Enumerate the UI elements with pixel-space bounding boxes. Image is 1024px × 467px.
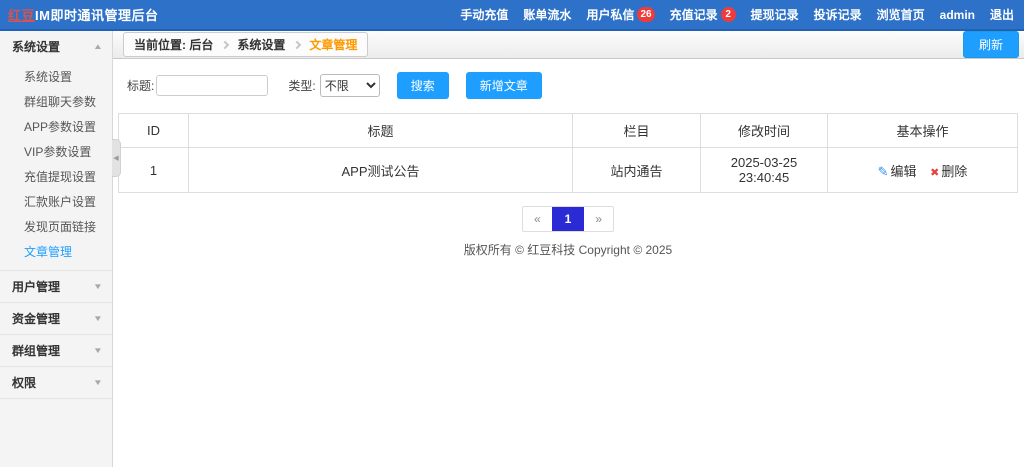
sidebar-item-article-management[interactable]: 文章管理 bbox=[0, 239, 112, 264]
messages-count-badge: 26 bbox=[637, 7, 654, 22]
title-filter-input[interactable] bbox=[156, 75, 268, 96]
nav-manual-recharge[interactable]: 手动充值 bbox=[460, 6, 508, 23]
top-header: 红豆IM即时通讯管理后台 手动充值 账单流水 用户私信26 充值记录2 提现记录… bbox=[0, 0, 1024, 31]
cell-operations: ✎编辑 ✖删除 bbox=[828, 148, 1018, 193]
chevron-left-icon: ◀ bbox=[113, 154, 118, 162]
sidebar: 系统设置 ▲ 系统设置 群组聊天参数 APP参数设置 VIP参数设置 充值提现设… bbox=[0, 31, 113, 467]
refresh-button[interactable]: 刷新 bbox=[963, 31, 1019, 58]
breadcrumb-item-system-settings[interactable]: 系统设置 bbox=[237, 36, 285, 53]
breadcrumb-bar: 当前位置: 后台 系统设置 文章管理 刷新 bbox=[113, 31, 1024, 59]
sidebar-collapse-handle[interactable]: ◀ bbox=[112, 139, 121, 177]
app-title-rest: IM即时通讯管理后台 bbox=[35, 8, 158, 23]
pagination-wrap: « 1 » bbox=[118, 206, 1018, 232]
sidebar-header-permissions[interactable]: 权限 ▼ bbox=[0, 367, 112, 398]
column-header-operations: 基本操作 bbox=[828, 114, 1018, 148]
sidebar-header-user-management[interactable]: 用户管理 ▼ bbox=[0, 271, 112, 302]
cell-title: APP测试公告 bbox=[189, 148, 573, 193]
sidebar-item-group-chat-params[interactable]: 群组聊天参数 bbox=[0, 89, 112, 114]
nav-complaint-records[interactable]: 投诉记录 bbox=[814, 6, 862, 23]
title-filter-label: 标题: bbox=[127, 77, 154, 94]
chevron-down-icon: ▼ bbox=[93, 346, 103, 355]
chevron-right-icon bbox=[293, 40, 301, 48]
nav-user-messages[interactable]: 用户私信26 bbox=[586, 6, 654, 23]
sidebar-section-fund-management: 资金管理 ▼ bbox=[0, 303, 112, 335]
sidebar-section-permissions: 权限 ▼ bbox=[0, 367, 112, 399]
sidebar-item-remittance-account[interactable]: 汇款账户设置 bbox=[0, 189, 112, 214]
pagination-next[interactable]: » bbox=[584, 207, 613, 231]
sidebar-header-fund-management[interactable]: 资金管理 ▼ bbox=[0, 303, 112, 334]
edit-link[interactable]: ✎编辑 bbox=[878, 164, 917, 179]
chevron-down-icon: ▼ bbox=[93, 282, 103, 291]
pagination-page-1[interactable]: 1 bbox=[552, 207, 585, 231]
sidebar-item-system-settings[interactable]: 系统设置 bbox=[0, 64, 112, 89]
brand-logo-text[interactable]: 红豆 bbox=[8, 8, 35, 23]
add-article-button[interactable]: 新增文章 bbox=[466, 72, 542, 99]
breadcrumb-prefix: 当前位置: 后台 bbox=[134, 36, 213, 53]
breadcrumb: 当前位置: 后台 系统设置 文章管理 bbox=[123, 32, 368, 57]
search-button[interactable]: 搜索 bbox=[397, 72, 449, 99]
column-header-id: ID bbox=[119, 114, 189, 148]
app-title: 红豆IM即时通讯管理后台 bbox=[8, 5, 158, 24]
nav-visit-homepage[interactable]: 浏览首页 bbox=[877, 6, 925, 23]
pagination: « 1 » bbox=[522, 206, 614, 232]
app-window: 红豆IM即时通讯管理后台 手动充值 账单流水 用户私信26 充值记录2 提现记录… bbox=[0, 0, 1024, 467]
main-content: 标题: 类型: 不限 搜索 新增文章 ID 标题 栏目 bbox=[113, 59, 1024, 467]
chevron-up-icon: ▲ bbox=[93, 42, 103, 51]
sidebar-header-system-settings[interactable]: 系统设置 ▲ bbox=[0, 31, 112, 62]
column-header-category: 栏目 bbox=[573, 114, 701, 148]
delete-link[interactable]: ✖删除 bbox=[930, 164, 967, 179]
nav-bill-flow[interactable]: 账单流水 bbox=[523, 6, 571, 23]
sidebar-item-vip-params[interactable]: VIP参数设置 bbox=[0, 139, 112, 164]
cell-id: 1 bbox=[119, 148, 189, 193]
cell-category: 站内通告 bbox=[573, 148, 701, 193]
nav-logout[interactable]: 退出 bbox=[990, 6, 1014, 23]
copyright-footer: 版权所有 © 红豆科技 Copyright © 2025 bbox=[118, 241, 1018, 258]
column-header-title: 标题 bbox=[189, 114, 573, 148]
articles-table: ID 标题 栏目 修改时间 基本操作 1 APP测试公告 站内通告 2025-0 bbox=[118, 113, 1018, 193]
chevron-right-icon bbox=[221, 40, 229, 48]
type-filter-label: 类型: bbox=[288, 77, 315, 94]
chevron-down-icon: ▼ bbox=[93, 314, 103, 323]
pencil-icon: ✎ bbox=[878, 164, 889, 179]
sidebar-header-group-management[interactable]: 群组管理 ▼ bbox=[0, 335, 112, 366]
breadcrumb-item-article-management: 文章管理 bbox=[309, 36, 357, 53]
sidebar-item-recharge-withdraw[interactable]: 充值提现设置 bbox=[0, 164, 112, 189]
sidebar-item-app-params[interactable]: APP参数设置 bbox=[0, 114, 112, 139]
table-row: 1 APP测试公告 站内通告 2025-03-25 23:40:45 ✎编辑 ✖… bbox=[119, 148, 1018, 193]
top-nav: 手动充值 账单流水 用户私信26 充值记录2 提现记录 投诉记录 浏览首页 ad… bbox=[460, 6, 1014, 23]
nav-username[interactable]: admin bbox=[940, 8, 975, 22]
type-filter-select[interactable]: 不限 bbox=[320, 74, 380, 97]
filter-bar: 标题: 类型: 不限 搜索 新增文章 bbox=[127, 72, 1018, 99]
nav-recharge-records[interactable]: 充值记录2 bbox=[670, 6, 736, 23]
sidebar-section-user-management: 用户管理 ▼ bbox=[0, 271, 112, 303]
recharge-count-badge: 2 bbox=[721, 7, 736, 22]
cell-modified-time: 2025-03-25 23:40:45 bbox=[701, 148, 828, 193]
sidebar-section-group-management: 群组管理 ▼ bbox=[0, 335, 112, 367]
sidebar-submenu-system: 系统设置 群组聊天参数 APP参数设置 VIP参数设置 充值提现设置 汇款账户设… bbox=[0, 62, 112, 270]
sidebar-section-system-settings: 系统设置 ▲ 系统设置 群组聊天参数 APP参数设置 VIP参数设置 充值提现设… bbox=[0, 31, 112, 271]
delete-x-icon: ✖ bbox=[930, 167, 939, 179]
sidebar-item-discover-links[interactable]: 发现页面链接 bbox=[0, 214, 112, 239]
nav-withdraw-records[interactable]: 提现记录 bbox=[751, 6, 799, 23]
pagination-prev[interactable]: « bbox=[523, 207, 552, 231]
column-header-modified-time: 修改时间 bbox=[701, 114, 828, 148]
chevron-down-icon: ▼ bbox=[93, 378, 103, 387]
table-header-row: ID 标题 栏目 修改时间 基本操作 bbox=[119, 114, 1018, 148]
